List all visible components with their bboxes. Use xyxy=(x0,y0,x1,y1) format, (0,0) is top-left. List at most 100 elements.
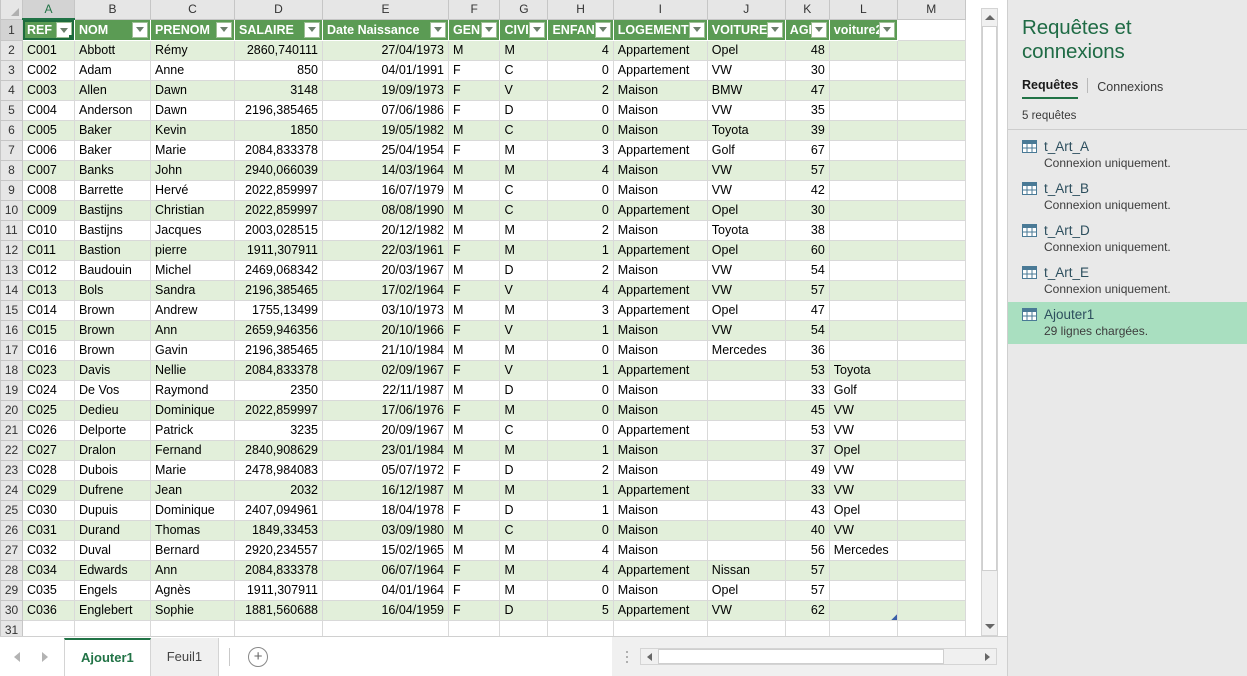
cell[interactable]: M xyxy=(499,400,549,421)
cell[interactable]: Opel xyxy=(707,240,786,261)
cell-m1[interactable] xyxy=(897,19,966,41)
cell[interactable] xyxy=(829,280,898,301)
row-header-30[interactable]: 30 xyxy=(0,599,23,621)
horizontal-scroll-track[interactable] xyxy=(658,649,979,664)
scroll-left-button[interactable] xyxy=(641,649,658,664)
cell[interactable]: Brown xyxy=(74,300,151,321)
cell[interactable]: Dominique xyxy=(150,500,235,521)
cell[interactable]: 4 xyxy=(547,40,614,61)
cell[interactable] xyxy=(707,540,786,561)
cell[interactable]: 60 xyxy=(785,240,830,261)
cell[interactable]: Barrette xyxy=(74,180,151,201)
column-header-e[interactable]: E xyxy=(322,0,449,20)
cell[interactable] xyxy=(897,300,966,321)
cell[interactable]: 1755,13499 xyxy=(234,300,323,321)
column-header-l[interactable]: L xyxy=(828,0,898,20)
cell[interactable]: 1 xyxy=(547,360,614,381)
cell[interactable]: Ann xyxy=(150,320,235,341)
scroll-up-button[interactable] xyxy=(982,9,997,26)
cell[interactable]: 17/06/1976 xyxy=(322,400,449,421)
cell[interactable]: 0 xyxy=(547,380,614,401)
table-header-nom[interactable]: NOM xyxy=(74,19,151,41)
filter-dropdown-icon[interactable] xyxy=(766,21,783,38)
column-header-i[interactable]: I xyxy=(612,0,708,20)
cell[interactable]: 20/12/1982 xyxy=(322,220,449,241)
column-header-a[interactable]: A xyxy=(22,0,75,20)
cell[interactable]: M xyxy=(499,440,549,461)
cell[interactable]: F xyxy=(448,240,501,261)
cell[interactable] xyxy=(829,120,898,141)
cell[interactable]: Maison xyxy=(613,380,708,401)
cell[interactable]: Thomas xyxy=(150,520,235,541)
cell[interactable]: Baker xyxy=(74,120,151,141)
cell[interactable]: 0 xyxy=(547,400,614,421)
cell[interactable]: Maison xyxy=(613,100,708,121)
cell[interactable]: C003 xyxy=(22,80,75,101)
cell[interactable]: 2 xyxy=(547,460,614,481)
cell[interactable]: Agnès xyxy=(150,580,235,601)
cell[interactable]: 0 xyxy=(547,420,614,441)
cell[interactable]: C036 xyxy=(22,600,75,621)
column-header-b[interactable]: B xyxy=(74,0,151,20)
cell[interactable]: 5 xyxy=(547,600,614,621)
cell[interactable]: 2084,833378 xyxy=(234,560,323,581)
cell[interactable]: C032 xyxy=(22,540,75,561)
cell[interactable] xyxy=(897,80,966,101)
cell[interactable]: 0 xyxy=(547,520,614,541)
cell[interactable]: 53 xyxy=(785,360,830,381)
cell[interactable]: M xyxy=(448,420,501,441)
cell[interactable]: M xyxy=(448,540,501,561)
cell[interactable]: 0 xyxy=(547,580,614,601)
cell[interactable]: 40 xyxy=(785,520,830,541)
cell[interactable]: C012 xyxy=(22,260,75,281)
cell[interactable]: 0 xyxy=(547,200,614,221)
cell[interactable]: 2840,908629 xyxy=(234,440,323,461)
tab-requetes[interactable]: Requêtes xyxy=(1022,78,1079,99)
row-header-3[interactable]: 3 xyxy=(0,59,23,81)
cell[interactable]: 33 xyxy=(785,480,830,501)
cell[interactable]: 20/03/1967 xyxy=(322,260,449,281)
cell[interactable] xyxy=(707,500,786,521)
cell[interactable]: 20/10/1966 xyxy=(322,320,449,341)
cell[interactable]: D xyxy=(499,460,549,481)
cell[interactable]: F xyxy=(448,600,501,621)
cell[interactable]: C004 xyxy=(22,100,75,121)
cell[interactable]: 07/06/1986 xyxy=(322,100,449,121)
cell[interactable]: 1 xyxy=(547,320,614,341)
cell[interactable]: 27/04/1973 xyxy=(322,40,449,61)
cell[interactable]: VW xyxy=(829,520,898,541)
cell[interactable] xyxy=(829,100,898,121)
row-header-24[interactable]: 24 xyxy=(0,479,23,501)
cell[interactable]: C010 xyxy=(22,220,75,241)
cell[interactable]: Duval xyxy=(74,540,151,561)
cell[interactable]: 17/02/1964 xyxy=(322,280,449,301)
cell[interactable]: C002 xyxy=(22,60,75,81)
row-header-13[interactable]: 13 xyxy=(0,259,23,281)
cell[interactable] xyxy=(829,220,898,241)
cell[interactable]: Maison xyxy=(613,180,708,201)
select-all-corner[interactable] xyxy=(0,0,23,20)
cell[interactable]: Mercedes xyxy=(829,540,898,561)
cell[interactable]: M xyxy=(499,480,549,501)
cell[interactable]: Appartement xyxy=(613,480,708,501)
cell[interactable]: Appartement xyxy=(613,420,708,441)
cell[interactable]: 1911,307911 xyxy=(234,240,323,261)
sheet-nav-arrows[interactable] xyxy=(14,651,48,662)
cell[interactable]: 04/01/1991 xyxy=(322,60,449,81)
table-resize-handle[interactable] xyxy=(890,613,897,619)
row-header-21[interactable]: 21 xyxy=(0,419,23,441)
cell[interactable]: Appartement xyxy=(613,60,708,81)
cell[interactable]: 04/01/1964 xyxy=(322,580,449,601)
cell[interactable] xyxy=(707,620,786,636)
cell[interactable]: Jacques xyxy=(150,220,235,241)
cell[interactable]: Maison xyxy=(613,520,708,541)
cell[interactable] xyxy=(22,620,75,636)
cell[interactable]: C008 xyxy=(22,180,75,201)
cell[interactable]: 20/09/1967 xyxy=(322,420,449,441)
cell[interactable]: VW xyxy=(707,180,786,201)
cell[interactable]: 2084,833378 xyxy=(234,360,323,381)
table-header-enfants[interactable]: ENFANTS xyxy=(547,19,614,41)
cell[interactable]: Golf xyxy=(707,140,786,161)
cell[interactable]: C031 xyxy=(22,520,75,541)
cell[interactable]: F xyxy=(448,60,501,81)
